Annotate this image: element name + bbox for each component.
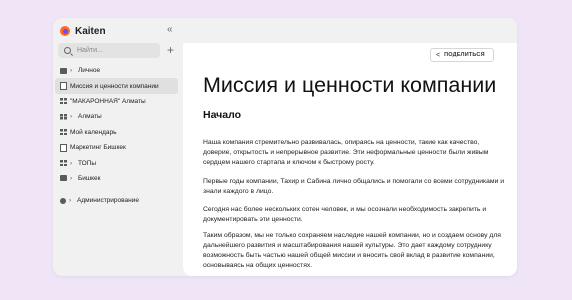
sidebar-item[interactable]: › ТОПы [55,155,178,170]
sidebar-item[interactable]: Маркетинг Бишкек [55,140,178,155]
search-input[interactable]: Найти... [58,43,160,58]
chevron-right-icon[interactable]: › [69,197,73,204]
sidebar-nav: › Личное Миссия и ценности компании "МАКАРО… [55,63,178,209]
board-icon [60,113,67,120]
sidebar-item[interactable]: › Личное [55,63,178,78]
paragraph: Таким образом, мы не только сохраняем на… [203,231,501,270]
document-icon [60,143,67,152]
page-title: Миссия и ценности компании [203,73,497,97]
sidebar-item-label: Администрирование [77,197,139,205]
sidebar-item-label: Личное [78,67,101,75]
board-icon [60,129,67,136]
share-button[interactable]: < ПОДЕЛИТЬСЯ [430,48,494,62]
sidebar-item[interactable]: Мой календарь [55,125,178,140]
paragraph: Сегодня нас более нескольких сотен челов… [203,205,487,223]
sidebar: Kaiten « Найти... + › Личное Миссия и ценн… [53,18,181,276]
document-panel: < ПОДЕЛИТЬСЯ Миссия и ценности компании … [183,18,517,276]
search-placeholder: Найти... [77,47,103,54]
sidebar-item[interactable]: "МАКАРОННАЯ" Алматы [55,94,178,109]
search-icon [64,47,71,54]
kaiten-logo-icon [60,26,70,36]
sidebar-item[interactable]: › Алматы [55,109,178,124]
chevron-right-icon[interactable]: › [70,160,74,167]
brand[interactable]: Kaiten [60,24,106,38]
gear-icon [60,197,66,204]
chevron-right-icon[interactable]: › [70,113,74,120]
document-header-bar [183,18,517,43]
sidebar-item-label: Маркетинг Бишкек [70,144,126,152]
board-icon [60,98,67,105]
sidebar-item-label: Алматы [78,113,102,121]
sidebar-item-label: ТОПы [78,159,97,167]
paragraph: Наша компания стремительно развивалась, … [203,138,489,167]
add-icon[interactable]: + [167,43,174,57]
board-icon [60,160,67,167]
chevron-right-icon[interactable]: › [70,67,74,74]
app-name: Kaiten [75,25,106,37]
chevron-right-icon[interactable]: › [70,175,74,182]
sidebar-item[interactable]: › Бишкек [55,171,178,186]
sidebar-item[interactable]: › Администрирование [55,193,178,208]
sidebar-item-label: "МАКАРОННАЯ" Алматы [70,97,146,105]
share-icon: < [436,51,441,59]
section-heading: Начало [203,109,242,121]
paragraph: Первые годы компании, Тахир и Сабина лич… [203,177,505,195]
sidebar-item-label: Мой календарь [70,128,117,136]
sidebar-item-label: Миссия и ценности компании [70,82,159,90]
collapse-sidebar-icon[interactable]: « [167,25,173,35]
sidebar-item[interactable]: Миссия и ценности компании [55,78,178,94]
folder-icon [60,67,67,74]
sidebar-item-label: Бишкек [78,174,101,182]
folder-icon [60,175,67,182]
document-icon [60,82,67,91]
share-label: ПОДЕЛИТЬСЯ [444,52,485,58]
app-window: Kaiten « Найти... + › Личное Миссия и ценн… [53,18,517,276]
